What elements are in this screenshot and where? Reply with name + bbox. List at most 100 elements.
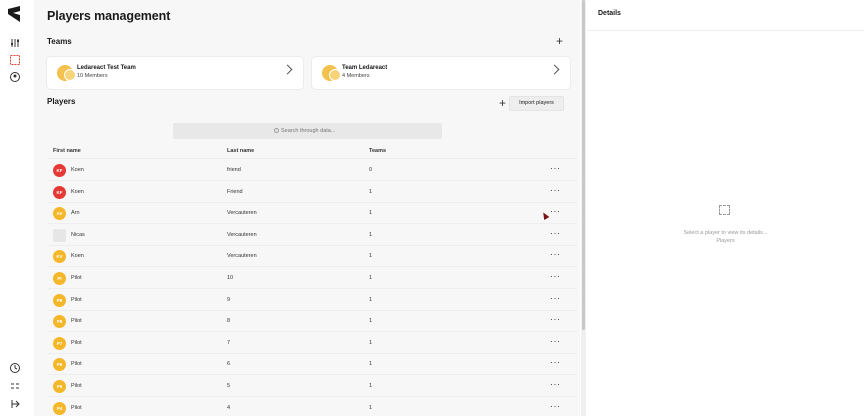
table-row[interactable]: P9 Pilot 9 1 ··· <box>47 290 577 311</box>
details-empty-subtitle: Players <box>716 238 735 244</box>
table-header-divider <box>47 158 577 159</box>
teams-cell: 0 <box>369 167 373 173</box>
more-options-icon[interactable]: ··· <box>550 357 561 367</box>
details-panel: Details Select a player to view its deta… <box>587 0 864 416</box>
teams-cell: 1 <box>369 339 373 346</box>
more-options-icon[interactable]: ··· <box>550 401 561 411</box>
more-options-icon[interactable]: ··· <box>550 314 561 324</box>
team-icon[interactable] <box>9 54 21 66</box>
scrollbar-thumb[interactable] <box>582 0 585 330</box>
avatar: P9 <box>53 293 66 307</box>
table-row[interactable]: P5 Pilot 5 1 ··· <box>47 376 577 397</box>
avatar: P7 <box>53 336 66 350</box>
teams-cell: 1 <box>369 253 373 260</box>
column-header-teams[interactable]: Teams <box>369 148 386 154</box>
team-card[interactable]: Ledareact Test Team 10 Members <box>47 57 303 89</box>
first-name-cell: Pilot <box>71 318 82 325</box>
teams-cell: 1 <box>369 404 373 411</box>
team-avatar <box>57 65 76 81</box>
table-row[interactable]: Nicas Vercauteren 1 ··· <box>47 225 577 246</box>
chevron-right-icon <box>549 64 560 75</box>
more-options-icon[interactable]: ··· <box>550 249 561 259</box>
avatar: KV <box>53 250 66 264</box>
more-options-icon[interactable]: ··· <box>550 293 561 303</box>
first-name-cell: Pilot <box>71 404 82 411</box>
last-name-cell: Friend <box>227 188 243 195</box>
players-main-panel: Players management Teams + Ledareact Tes… <box>34 0 580 416</box>
table-row[interactable]: P8 Pilot 8 1 ··· <box>47 311 577 333</box>
more-options-icon[interactable]: ··· <box>550 163 561 173</box>
table-row[interactable]: AV Arn Vercauteren 1 ··· <box>47 203 577 225</box>
last-name-cell: 10 <box>227 275 234 281</box>
teams-cell: 1 <box>369 275 373 281</box>
avatar: KF <box>53 164 66 177</box>
last-name-cell: 9 <box>227 296 231 303</box>
avatar: AV <box>53 207 66 221</box>
more-options-icon[interactable]: ··· <box>550 228 561 238</box>
logout-icon[interactable] <box>9 398 21 410</box>
last-name-cell: friend <box>227 167 241 173</box>
last-name-cell: Vercauteren <box>227 231 257 238</box>
first-name-cell: Pilot <box>71 339 82 346</box>
sliders-icon[interactable] <box>9 37 21 49</box>
last-name-cell: 6 <box>227 361 231 368</box>
teams-cell: 1 <box>369 383 373 389</box>
more-options-icon[interactable]: ··· <box>550 379 561 389</box>
page-title: Players management <box>47 9 171 23</box>
last-name-cell: 8 <box>227 318 231 325</box>
main-scrollbar[interactable] <box>581 0 586 416</box>
selection-cursor-icon <box>719 205 730 215</box>
column-header-last-name[interactable]: Last name <box>227 148 254 154</box>
teams-section-title: Teams <box>47 37 72 46</box>
teams-cell: 1 <box>369 296 373 303</box>
more-options-icon[interactable]: ··· <box>550 185 561 195</box>
add-team-button[interactable]: + <box>556 35 563 47</box>
teams-cell: 1 <box>369 210 373 217</box>
teams-cell: 1 <box>369 188 373 195</box>
team-name: Team Ledareact <box>342 65 388 71</box>
last-name-cell: Vercauteren <box>227 253 257 260</box>
table-row[interactable]: PI Pilot 10 1 ··· <box>47 268 577 289</box>
team-card[interactable]: Team Ledareact 4 Members <box>312 57 570 89</box>
first-name-cell: Pilot <box>71 361 82 368</box>
table-row[interactable]: KF Koen friend 0 ··· <box>47 160 577 181</box>
table-row[interactable]: P4 Pilot 4 1 ··· <box>47 398 577 416</box>
teams-cell: 1 <box>369 361 373 368</box>
table-row[interactable]: P7 Pilot 7 1 ··· <box>47 333 577 354</box>
table-row[interactable]: KF Koen Friend 1 ··· <box>47 182 577 203</box>
avatar: PI <box>53 272 66 285</box>
first-name-cell: Pilot <box>71 383 82 389</box>
avatar: P8 <box>53 315 66 329</box>
search-input[interactable] <box>173 123 442 139</box>
user-circle-icon[interactable] <box>9 71 21 83</box>
details-empty-message: Select a player to view its details... <box>683 230 768 236</box>
first-name-cell: Pilot <box>71 275 82 281</box>
add-player-button[interactable]: + <box>499 97 506 109</box>
column-header-first-name[interactable]: First name <box>53 148 81 154</box>
chevron-right-icon <box>282 64 293 75</box>
history-icon[interactable] <box>9 362 21 374</box>
first-name-cell: Koen <box>71 188 84 195</box>
teams-cell: 1 <box>369 231 373 238</box>
more-options-icon[interactable]: ··· <box>550 271 561 281</box>
table-row[interactable]: KV Koen Vercauteren 1 ··· <box>47 246 577 268</box>
nav-rail <box>0 0 30 416</box>
avatar: KF <box>53 185 66 199</box>
avatar: P4 <box>53 401 66 415</box>
first-name-cell: Koen <box>71 167 84 173</box>
last-name-cell: 4 <box>227 404 231 411</box>
team-name: Ledareact Test Team <box>77 65 136 71</box>
more-options-icon[interactable]: ··· <box>550 336 561 346</box>
last-name-cell: 7 <box>227 339 231 346</box>
first-name-cell: Arn <box>71 210 80 217</box>
first-name-cell: Koen <box>71 253 84 260</box>
team-members: 4 Members <box>342 73 370 79</box>
table-row[interactable]: P6 Pilot 6 1 ··· <box>47 354 577 376</box>
expand-icon[interactable] <box>9 380 21 392</box>
first-name-cell: Nicas <box>71 231 85 238</box>
avatar: P6 <box>53 358 66 372</box>
team-avatar <box>322 65 341 81</box>
import-players-button[interactable]: Import players <box>509 96 564 111</box>
avatar: P5 <box>53 380 66 393</box>
more-options-icon[interactable]: ··· <box>550 206 561 216</box>
